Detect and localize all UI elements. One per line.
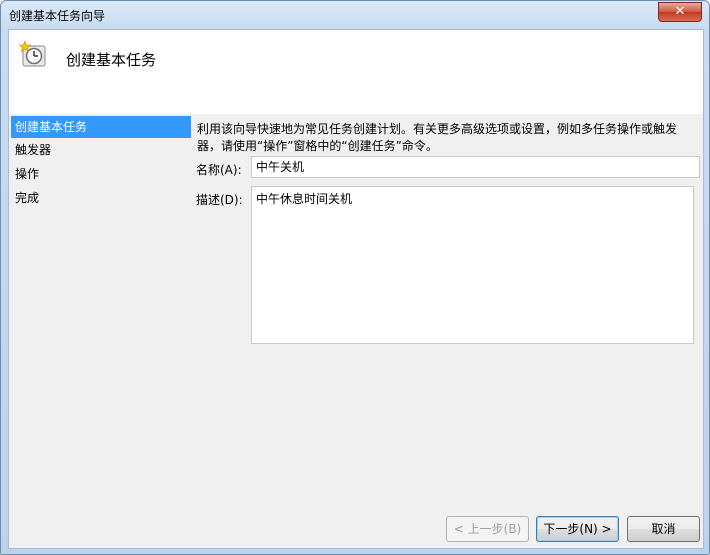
next-button[interactable]: 下一步(N) > — [536, 516, 619, 542]
description-field[interactable]: 中午休息时间关机 — [251, 186, 694, 344]
nav-item-finish[interactable]: 完成 — [11, 187, 191, 209]
wizard-client-area: 创建基本任务 创建基本任务 触发器 操作 完成 利用该向导快速地为常见任务创建计… — [8, 29, 704, 549]
wizard-description: 利用该向导快速地为常见任务创建计划。有关更多高级选项或设置，例如多任务操作或触发… — [197, 122, 678, 153]
nav-item-trigger[interactable]: 触发器 — [11, 139, 191, 161]
close-button[interactable]: ✕ — [658, 2, 702, 22]
nav-item-create-task[interactable]: 创建基本任务 — [11, 116, 191, 138]
description-label: 描述(D): — [196, 193, 243, 207]
page-title: 创建基本任务 — [66, 51, 157, 69]
name-label: 名称(A): — [196, 163, 242, 177]
title-bar[interactable]: 创建基本任务向导 ✕ — [1, 1, 709, 29]
back-button[interactable]: < 上一步(B) — [446, 516, 529, 542]
cancel-button[interactable]: 取消 — [627, 516, 700, 542]
window-title: 创建基本任务向导 — [9, 9, 106, 23]
nav-item-action[interactable]: 操作 — [11, 163, 191, 185]
clock-icon — [19, 40, 46, 67]
name-field[interactable]: 中午关机 — [251, 156, 700, 178]
wizard-header: 创建基本任务 — [9, 30, 703, 114]
close-icon: ✕ — [674, 4, 686, 19]
wizard-window: 创建基本任务向导 ✕ 创建基本任务 创建基本任务 触发器 操作 完成 利用该向导… — [0, 0, 710, 555]
